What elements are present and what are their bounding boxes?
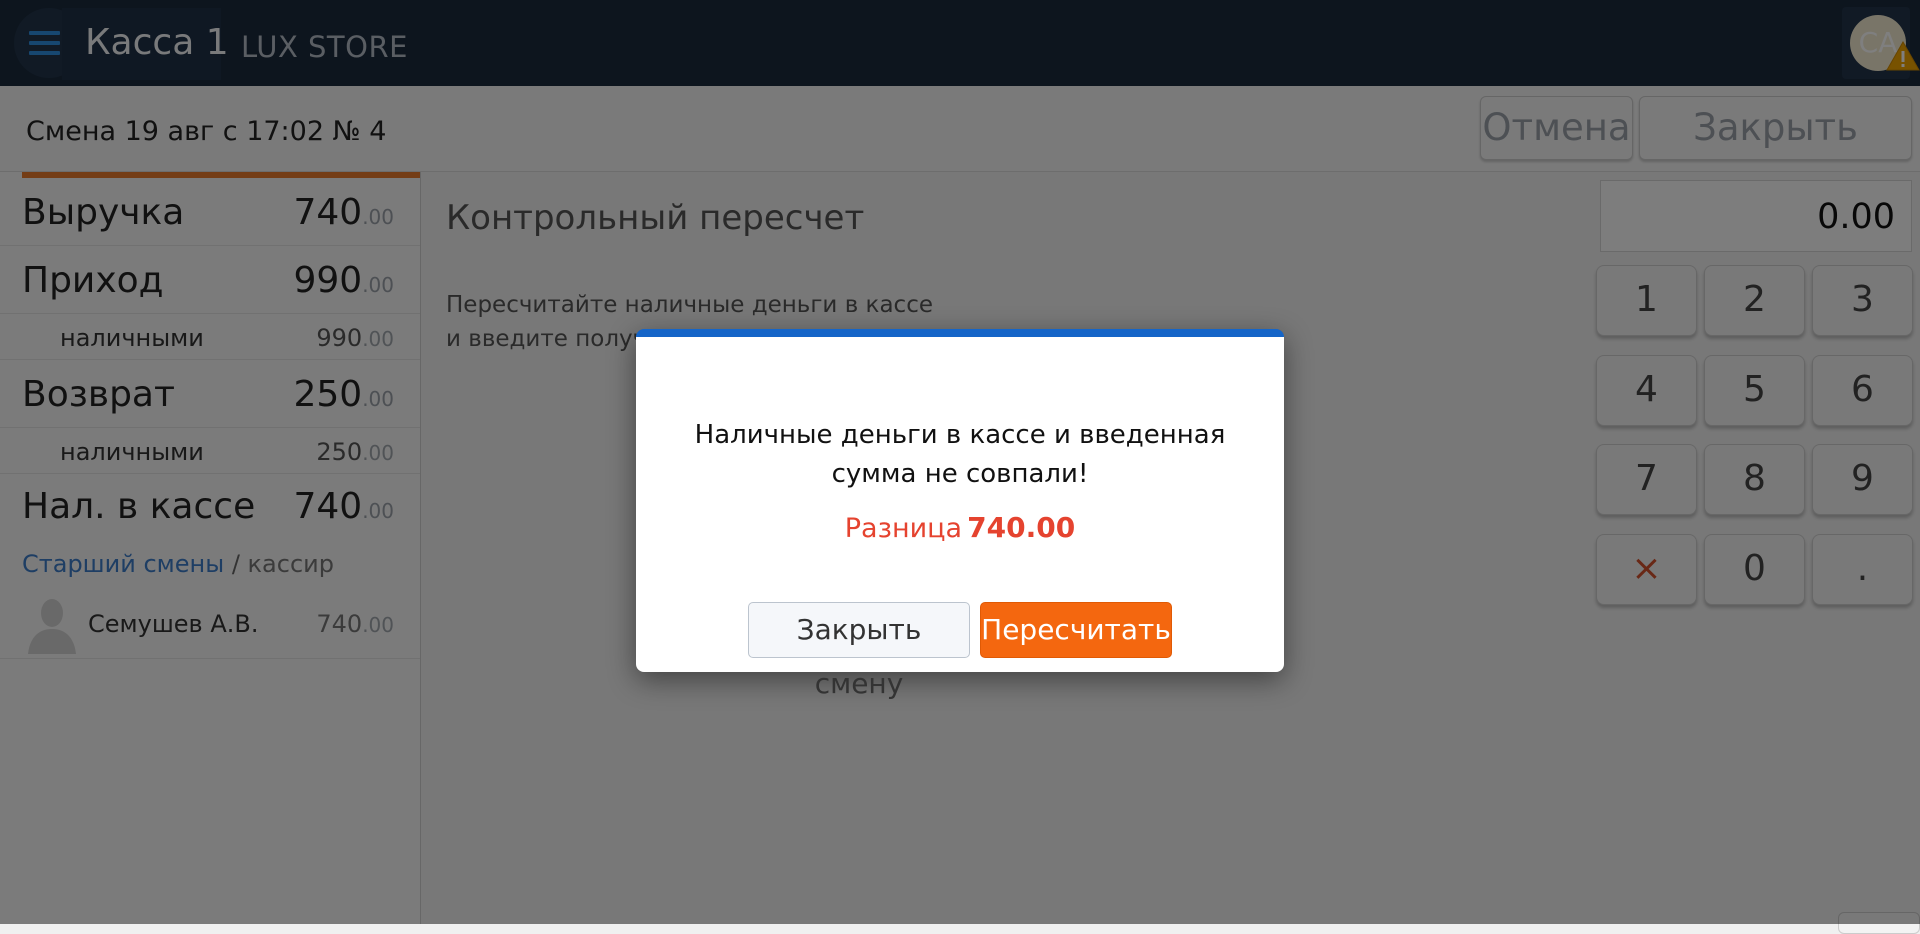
difference-label: Разница	[844, 513, 963, 544]
dialog-recount-button[interactable]: Пересчитать	[980, 602, 1172, 658]
dialog-close-shift-button[interactable]: Закрыть смену	[748, 602, 970, 700]
difference-value: 740.00	[967, 511, 1076, 544]
mismatch-message: Наличные деньги в кассе и введенная сумм…	[694, 420, 1226, 489]
mismatch-dialog: Наличные деньги в кассе и введенная сумм…	[636, 329, 1284, 700]
difference-line: Разница 740.00	[636, 511, 1284, 544]
